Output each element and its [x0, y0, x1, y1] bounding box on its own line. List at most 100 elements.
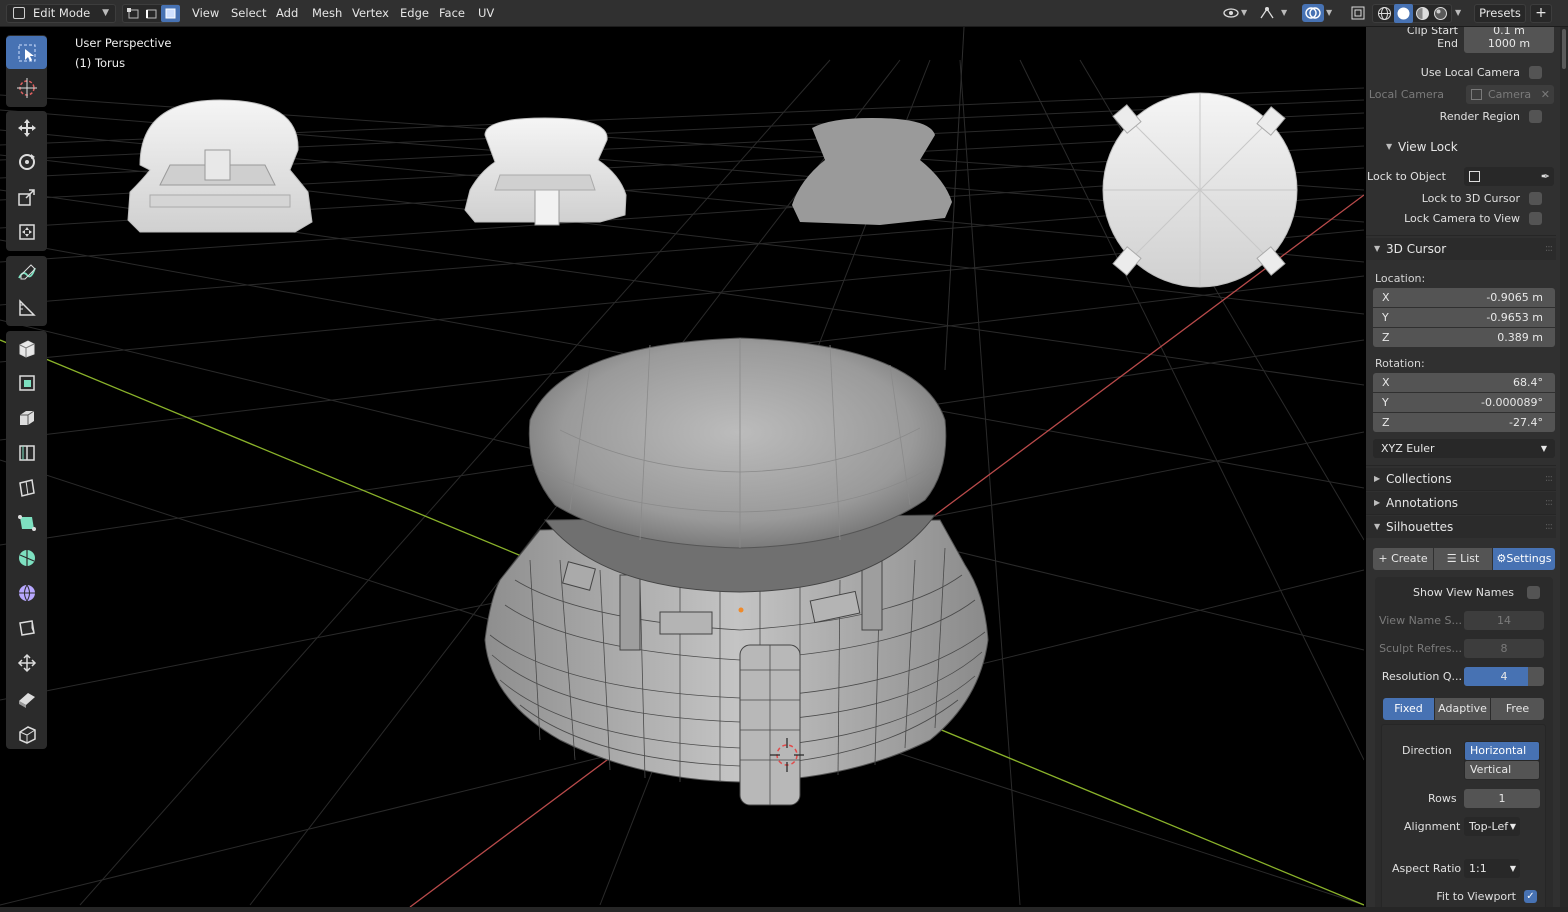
- clip-end-field[interactable]: 1000 m: [1464, 34, 1554, 53]
- location-y-field[interactable]: Y -0.9653 m: [1373, 308, 1555, 327]
- clear-icon[interactable]: ✕: [1541, 85, 1550, 104]
- visibility-eye-icon[interactable]: [1223, 5, 1239, 21]
- collections-header[interactable]: ▶ Collections :::: [1366, 468, 1556, 490]
- measure-icon[interactable]: [6, 291, 47, 324]
- lock-to-object-field[interactable]: ✒: [1464, 167, 1554, 186]
- rotation-x-field[interactable]: X 68.4°: [1373, 373, 1555, 392]
- menu-add[interactable]: Add: [271, 4, 303, 23]
- resolution-row: Resolution Q... 4: [1366, 667, 1556, 687]
- spin-icon[interactable]: [6, 576, 47, 609]
- select-box-icon[interactable]: [6, 36, 47, 69]
- move-icon[interactable]: [6, 111, 47, 144]
- menu-uv[interactable]: UV: [473, 4, 499, 23]
- menu-select[interactable]: Select: [226, 4, 271, 23]
- layout-mode-fixed[interactable]: Fixed: [1383, 698, 1434, 720]
- local-camera-field[interactable]: Camera ✕: [1466, 85, 1554, 104]
- drag-grip-icon[interactable]: :::: [1545, 468, 1553, 490]
- view-lock-title: View Lock: [1398, 140, 1458, 154]
- tab-list[interactable]: ☰ List: [1434, 548, 1492, 570]
- view-lock-header[interactable]: ▼ View Lock: [1378, 136, 1568, 158]
- material-shading-icon[interactable]: [1415, 6, 1430, 21]
- resolution-slider[interactable]: 4: [1464, 667, 1544, 686]
- fit-to-viewport-checkbox[interactable]: ✓: [1524, 890, 1537, 903]
- edge-select-icon[interactable]: [144, 7, 160, 21]
- mode-selector[interactable]: Edit Mode ▼: [6, 4, 116, 23]
- collections-title: Collections: [1386, 472, 1452, 486]
- overlays-icon[interactable]: [1302, 4, 1324, 22]
- scale-icon[interactable]: [6, 180, 47, 213]
- location-z-field[interactable]: Z 0.389 m: [1373, 328, 1555, 347]
- vertex-select-icon[interactable]: [126, 7, 142, 21]
- torus-mesh[interactable]: [484, 337, 989, 806]
- layout-mode-free[interactable]: Free: [1491, 698, 1544, 720]
- xray-icon[interactable]: [1350, 5, 1366, 21]
- sidebar-scrollbar[interactable]: [1560, 27, 1568, 907]
- direction-options: Horizontal Vertical: [1464, 741, 1540, 780]
- drag-grip-icon[interactable]: :::: [1545, 238, 1553, 260]
- rotation-y-field[interactable]: Y -0.000089°: [1373, 393, 1555, 412]
- loop-cut-icon[interactable]: [6, 471, 47, 504]
- chevron-down-icon[interactable]: ▼: [1455, 5, 1465, 21]
- chevron-down-icon[interactable]: ▼: [1326, 5, 1336, 21]
- rotation-mode-value: XYZ Euler: [1381, 442, 1435, 455]
- view-name-size-field[interactable]: 14: [1464, 611, 1544, 630]
- tab-list-label: List: [1460, 552, 1480, 565]
- gizmo-icon[interactable]: [1259, 5, 1275, 21]
- eyedropper-icon[interactable]: ✒: [1541, 167, 1550, 186]
- 3d-viewport[interactable]: User Perspective (1) Torus: [0, 27, 1364, 907]
- direction-horizontal-option[interactable]: Horizontal: [1465, 742, 1539, 760]
- 3d-cursor-header[interactable]: ▼ 3D Cursor :::: [1366, 238, 1556, 260]
- show-view-names-checkbox[interactable]: [1527, 586, 1540, 599]
- direction-vertical-option[interactable]: Vertical: [1465, 761, 1539, 779]
- list-icon: ☰: [1446, 552, 1461, 565]
- add-cube-icon[interactable]: [6, 331, 47, 364]
- annotate-icon[interactable]: [6, 256, 47, 289]
- bevel-icon[interactable]: [6, 436, 47, 469]
- render-region-checkbox[interactable]: [1529, 110, 1542, 123]
- extrude-icon[interactable]: [6, 366, 47, 399]
- menu-view[interactable]: View: [187, 4, 224, 23]
- shrink-fatten-icon[interactable]: [6, 646, 47, 679]
- cursor-tool-icon[interactable]: [6, 71, 47, 104]
- add-preset-button[interactable]: +: [1530, 4, 1552, 23]
- presets-button[interactable]: Presets: [1474, 4, 1526, 23]
- transform-icon[interactable]: [6, 215, 47, 248]
- poly-build-icon[interactable]: [6, 541, 47, 574]
- lock-to-3d-cursor-checkbox[interactable]: [1529, 192, 1542, 205]
- resolution-slider-fill: [1464, 667, 1528, 686]
- tab-settings[interactable]: ⚙Settings: [1493, 548, 1555, 570]
- rip-icon[interactable]: [6, 716, 47, 749]
- sculpt-refresh-field[interactable]: 8: [1464, 639, 1544, 658]
- location-x-field[interactable]: X -0.9065 m: [1373, 288, 1555, 307]
- rotate-icon[interactable]: [6, 145, 47, 178]
- menu-face[interactable]: Face: [434, 4, 470, 23]
- tab-create[interactable]: + Create: [1373, 548, 1433, 570]
- knife-icon[interactable]: [6, 506, 47, 539]
- menu-vertex[interactable]: Vertex: [347, 4, 394, 23]
- rotation-z-field[interactable]: Z -27.4°: [1373, 413, 1555, 432]
- scrollbar-thumb[interactable]: [1562, 29, 1566, 69]
- annotations-header[interactable]: ▶ Annotations :::: [1366, 492, 1556, 514]
- face-select-icon[interactable]: [161, 5, 180, 22]
- silhouettes-header[interactable]: ▼ Silhouettes :::: [1366, 516, 1556, 538]
- inset-icon[interactable]: [6, 401, 47, 434]
- rows-field[interactable]: 1: [1464, 789, 1540, 808]
- lock-camera-to-view-checkbox[interactable]: [1529, 212, 1542, 225]
- wireframe-shading-icon[interactable]: [1377, 6, 1392, 21]
- drag-grip-icon[interactable]: :::: [1545, 516, 1553, 538]
- solid-shading-icon[interactable]: [1394, 4, 1413, 23]
- lock-to-object-label: Lock to Object: [1367, 170, 1446, 183]
- layout-mode-adaptive[interactable]: Adaptive: [1435, 698, 1490, 720]
- chevron-down-icon[interactable]: ▼: [1281, 5, 1291, 21]
- aspect-ratio-dropdown[interactable]: 1:1 ▼: [1464, 859, 1520, 878]
- shear-icon[interactable]: [6, 681, 47, 714]
- alignment-dropdown[interactable]: Top-Lef ▼: [1464, 817, 1520, 836]
- menu-edge[interactable]: Edge: [395, 4, 434, 23]
- use-local-camera-checkbox[interactable]: [1529, 66, 1542, 79]
- chevron-down-icon[interactable]: ▼: [1241, 5, 1251, 21]
- smooth-icon[interactable]: [6, 611, 47, 644]
- menu-mesh[interactable]: Mesh: [307, 4, 347, 23]
- drag-grip-icon[interactable]: :::: [1545, 492, 1553, 514]
- rotation-mode-dropdown[interactable]: XYZ Euler ▼: [1373, 439, 1555, 458]
- rendered-shading-icon[interactable]: [1433, 6, 1448, 21]
